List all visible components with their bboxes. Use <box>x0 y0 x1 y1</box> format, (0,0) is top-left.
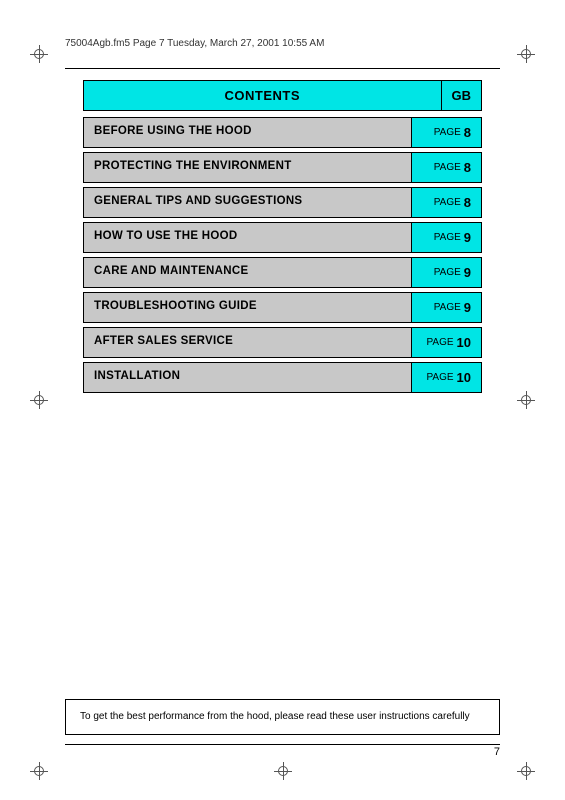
toc-row: INSTALLATIONPAGE 10 <box>83 362 482 393</box>
crosshair-bottom-right <box>517 762 535 780</box>
toc-row: GENERAL TIPS AND SUGGESTIONSPAGE 8 <box>83 187 482 218</box>
crosshair-bottom-center <box>274 762 292 780</box>
header-filename: 75004Agb.fm5 Page 7 Tuesday, March 27, 2… <box>65 38 500 49</box>
toc-rows: BEFORE USING THE HOODPAGE 8PROTECTING TH… <box>83 117 482 393</box>
toc-label: AFTER SALES SERVICE <box>84 328 411 357</box>
toc-page: PAGE 9 <box>411 258 481 287</box>
toc-label: INSTALLATION <box>84 363 411 392</box>
toc-label: HOW TO USE THE HOOD <box>84 223 411 252</box>
footer-rule <box>65 744 500 745</box>
gb-badge: GB <box>441 80 483 111</box>
toc-label: PROTECTING THE ENVIRONMENT <box>84 153 411 182</box>
toc-row: TROUBLESHOOTING GUIDEPAGE 9 <box>83 292 482 323</box>
toc-label: CARE AND MAINTENANCE <box>84 258 411 287</box>
toc-row: PROTECTING THE ENVIRONMENTPAGE 8 <box>83 152 482 183</box>
page: 75004Agb.fm5 Page 7 Tuesday, March 27, 2… <box>0 0 565 800</box>
toc-section: CONTENTS GB BEFORE USING THE HOODPAGE 8P… <box>83 80 482 397</box>
toc-row: HOW TO USE THE HOODPAGE 9 <box>83 222 482 253</box>
toc-row: CARE AND MAINTENANCEPAGE 9 <box>83 257 482 288</box>
toc-page: PAGE 8 <box>411 188 481 217</box>
toc-page: PAGE 9 <box>411 293 481 322</box>
toc-row: BEFORE USING THE HOODPAGE 8 <box>83 117 482 148</box>
bottom-note: To get the best performance from the hoo… <box>65 699 500 735</box>
toc-label: BEFORE USING THE HOOD <box>84 118 411 147</box>
toc-row: AFTER SALES SERVICEPAGE 10 <box>83 327 482 358</box>
toc-page: PAGE 8 <box>411 153 481 182</box>
contents-title: CONTENTS <box>83 80 441 111</box>
toc-page: PAGE 10 <box>411 328 481 357</box>
toc-page: PAGE 9 <box>411 223 481 252</box>
crosshair-mid-right <box>517 391 535 409</box>
toc-page: PAGE 8 <box>411 118 481 147</box>
crosshair-mid-left <box>30 391 48 409</box>
toc-label: GENERAL TIPS AND SUGGESTIONS <box>84 188 411 217</box>
crosshair-bottom-left <box>30 762 48 780</box>
toc-label: TROUBLESHOOTING GUIDE <box>84 293 411 322</box>
contents-header-row: CONTENTS GB <box>83 80 482 111</box>
toc-page: PAGE 10 <box>411 363 481 392</box>
crosshair-top-left <box>30 45 48 63</box>
crosshair-top-right <box>517 45 535 63</box>
header-rule <box>65 68 500 69</box>
page-number: 7 <box>494 746 500 758</box>
